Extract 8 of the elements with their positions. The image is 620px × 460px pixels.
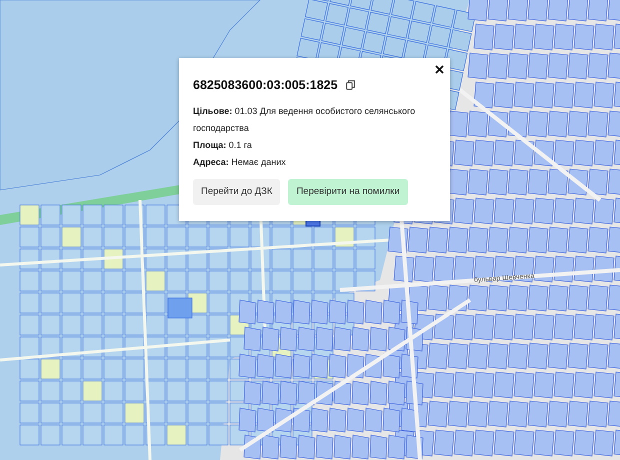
parcel-info-line: Площа: 0.1 га xyxy=(193,138,253,152)
cadastral-number: 6825083600:03:005:1825 xyxy=(193,77,338,94)
check-errors-button[interactable]: Перевірити на помилки xyxy=(288,178,408,205)
parcel-info-line: Адреса: Немає даних xyxy=(193,156,287,169)
parcel-info-line: Цільове: 01.03 Для ведення особистого селянського господарства xyxy=(193,104,416,135)
open-registry-button[interactable]: Перейти до ДЗК xyxy=(193,178,280,205)
copy-icon[interactable] xyxy=(346,80,355,90)
close-icon[interactable] xyxy=(435,65,444,74)
